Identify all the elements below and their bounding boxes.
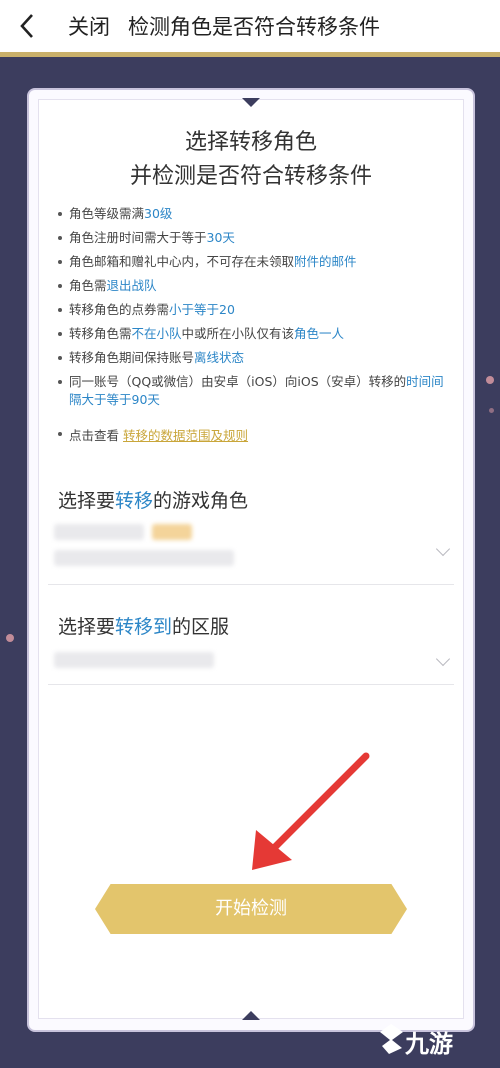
headline-line-1: 选择转移角色 <box>184 130 317 155</box>
role-name-blurred <box>54 524 144 540</box>
headline-line-2: 并检测是否符合转移条件 <box>129 164 372 189</box>
chevron-down-icon <box>435 651 451 667</box>
jiuyou-logo-icon <box>380 1024 403 1054</box>
start-check-button[interactable]: 开始检测 <box>95 884 407 934</box>
rule-item: 转移角色期间保持账号离线状态 <box>57 349 453 367</box>
server-name-blurred <box>54 652 214 668</box>
role-select[interactable] <box>48 518 454 585</box>
top-nav-bar: 关闭 检测角色是否符合转移条件 <box>0 0 500 57</box>
view-rules-line: 点击查看 转移的数据范围及规则 <box>57 425 248 444</box>
frame-notch <box>242 98 260 107</box>
rules-link[interactable]: 转移的数据范围及规则 <box>123 428 248 443</box>
red-arrow-annotation <box>252 752 370 870</box>
watermark-text: 九游 <box>405 1030 453 1058</box>
card-headline: 选择转移角色 并检测是否符合转移条件 <box>39 126 463 194</box>
close-link[interactable]: 关闭 <box>68 11 110 41</box>
role-server-blurred <box>54 550 234 566</box>
petal-decoration <box>6 634 14 642</box>
chevron-down-icon <box>435 541 451 557</box>
rule-item: 角色等级需满30级 <box>57 205 453 223</box>
server-select[interactable] <box>48 644 454 685</box>
rule-item: 同一账号（QQ或微信）由安卓（iOS）向iOS（安卓）转移的时间间隔大于等于90… <box>57 373 453 409</box>
role-level-blurred <box>152 524 192 540</box>
rule-item: 角色注册时间需大于等于30天 <box>57 229 453 247</box>
back-chevron-icon[interactable] <box>0 0 54 52</box>
role-section-title: 选择要转移的游戏角色 <box>58 490 249 512</box>
frame-notch <box>242 1011 260 1020</box>
rule-item: 转移角色需不在小队中或所在小队仅有该角色一人 <box>57 325 453 343</box>
petal-decoration <box>486 376 494 384</box>
server-section-title: 选择要转移到的区服 <box>58 616 230 638</box>
petal-decoration <box>489 408 494 413</box>
view-prefix: 点击查看 <box>69 428 120 443</box>
rule-item: 转移角色的点券需小于等于20 <box>57 301 453 319</box>
rule-item: 角色需退出战队 <box>57 277 453 295</box>
transfer-card: 选择转移角色 并检测是否符合转移条件 角色等级需满30级 角色注册时间需大于等于… <box>38 98 464 1020</box>
page-title: 检测角色是否符合转移条件 <box>128 15 380 39</box>
rules-list: 角色等级需满30级 角色注册时间需大于等于30天 角色邮箱和赠礼中心内，不可存在… <box>57 205 453 415</box>
rule-item: 角色邮箱和赠礼中心内，不可存在未领取附件的邮件 <box>57 253 453 271</box>
